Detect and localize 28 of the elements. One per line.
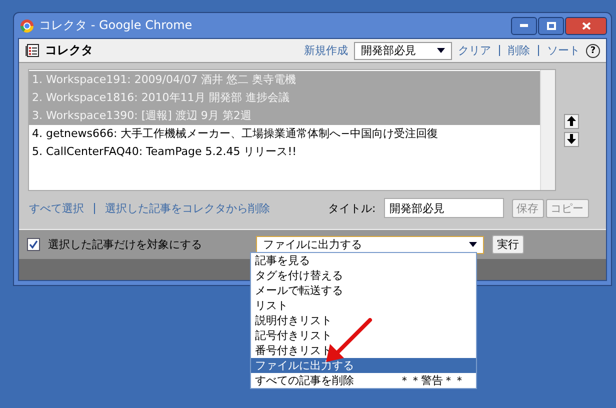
- menu-option[interactable]: ファイルに出力する: [251, 358, 476, 373]
- list-icon: [25, 44, 39, 57]
- checkbox-label: 選択した記事だけを対象にする: [48, 237, 203, 252]
- new-link[interactable]: 新規作成: [304, 43, 348, 58]
- caret-icon: [437, 48, 445, 53]
- close-button[interactable]: [565, 16, 607, 34]
- scrollbar[interactable]: [540, 70, 555, 190]
- minimize-icon: [520, 24, 528, 27]
- minimize-button[interactable]: [511, 16, 537, 34]
- caret-icon: [469, 242, 477, 247]
- page-title: コレクタ: [45, 42, 94, 59]
- header-link[interactable]: クリア: [458, 43, 491, 58]
- move-up-button[interactable]: [564, 114, 579, 128]
- title-label: タイトル:: [328, 200, 376, 216]
- checkbox[interactable]: [27, 238, 40, 251]
- window-title: コレクタ - Google Chrome: [39, 17, 194, 34]
- action-dropdown[interactable]: ファイルに出力する: [256, 236, 484, 254]
- collection-dropdown[interactable]: 開発部必見: [354, 42, 452, 60]
- header-link[interactable]: ソート: [547, 43, 580, 58]
- maximize-icon: [546, 22, 556, 30]
- run-button[interactable]: 実行: [492, 235, 524, 254]
- help-icon[interactable]: ?: [586, 44, 600, 58]
- maximize-button[interactable]: [538, 16, 564, 34]
- header-link[interactable]: 削除: [508, 43, 530, 58]
- move-down-button[interactable]: [564, 132, 579, 146]
- close-icon: [582, 22, 590, 30]
- title-field[interactable]: 開発部必見: [384, 198, 504, 218]
- browser-logo-icon: [20, 18, 34, 32]
